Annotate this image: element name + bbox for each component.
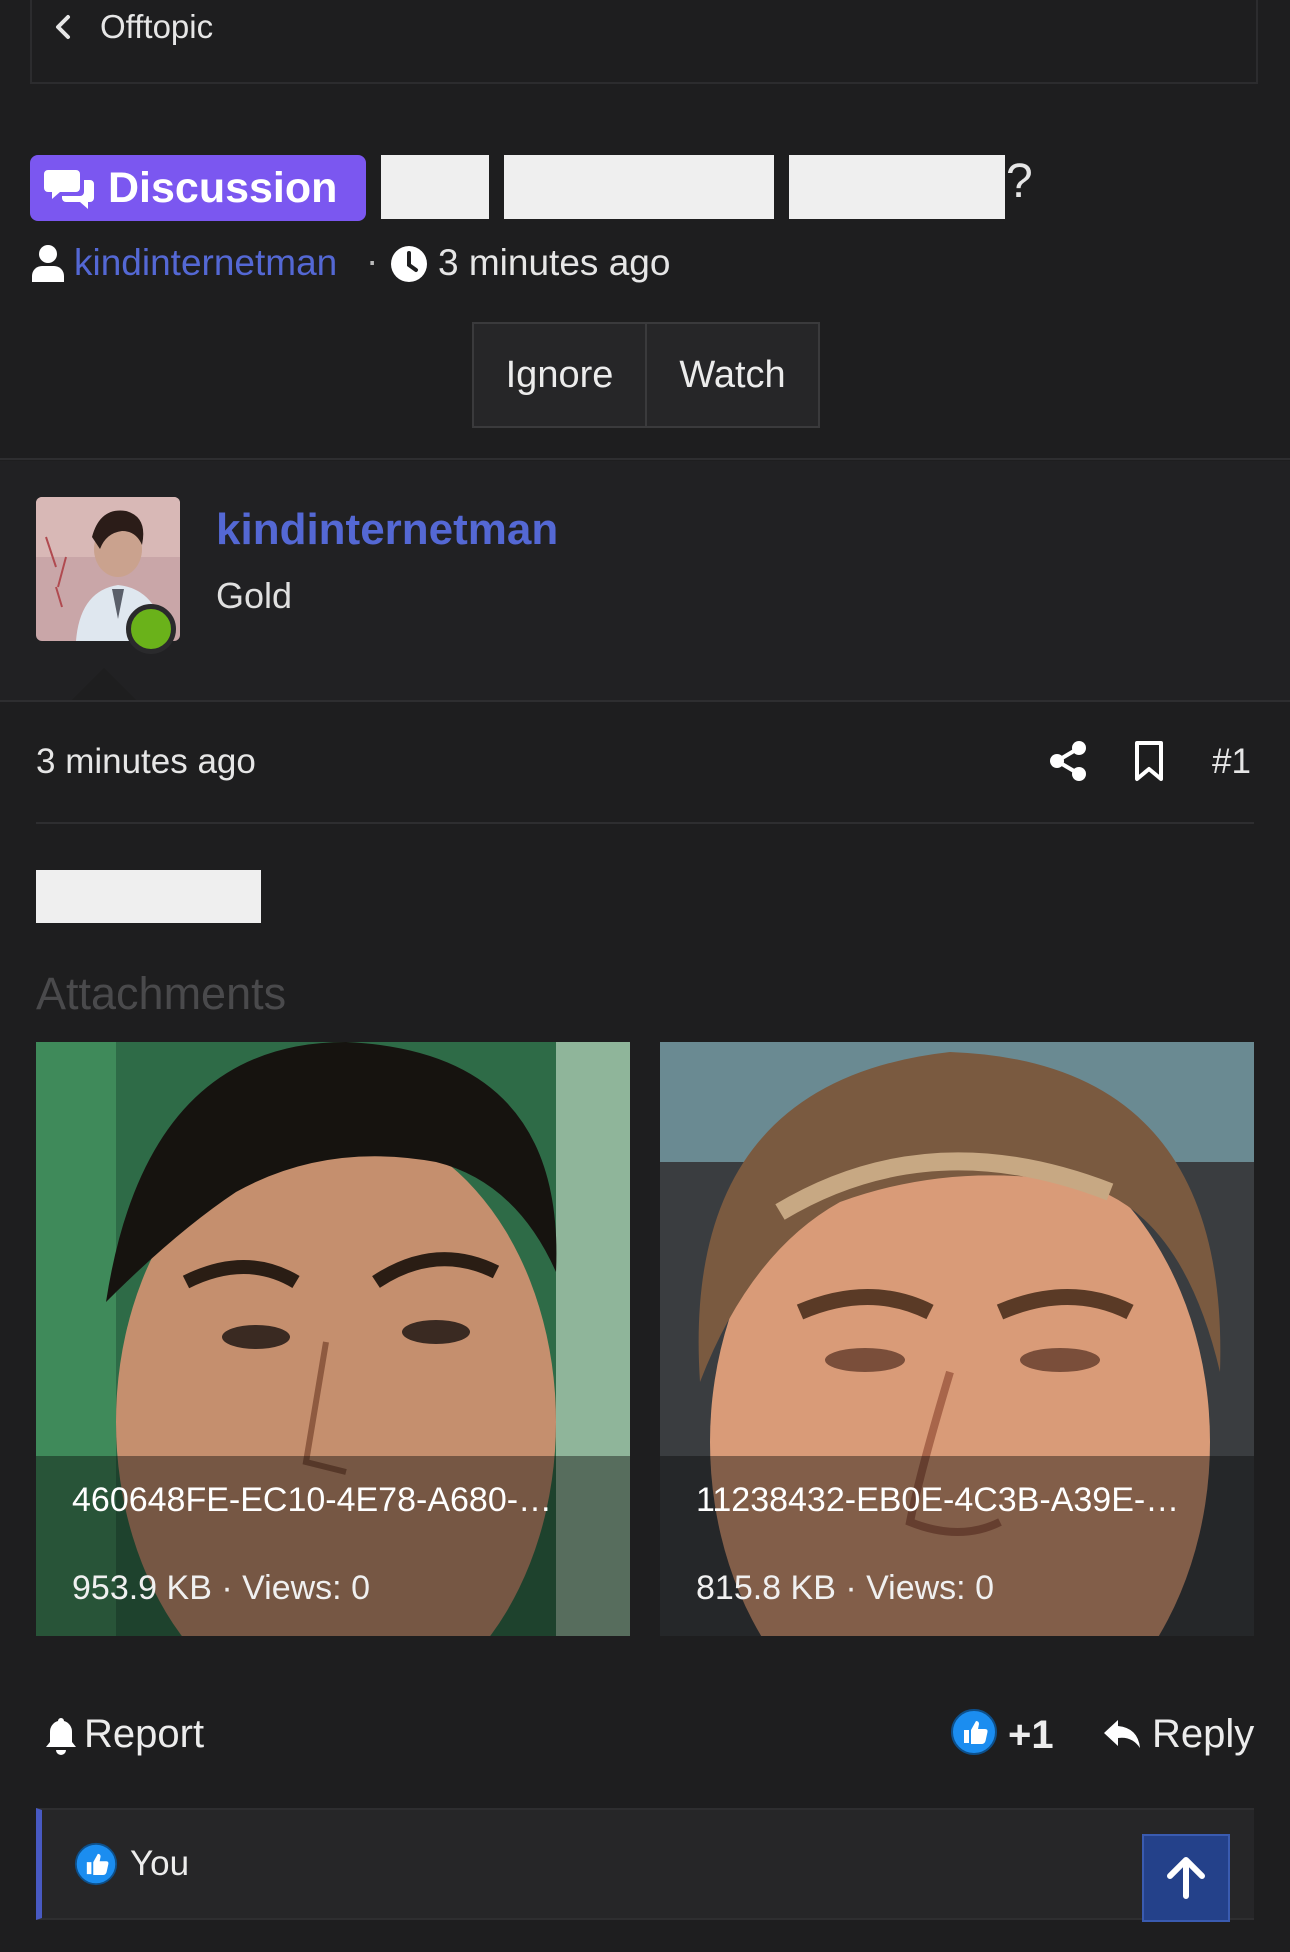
- like-icon: [74, 1842, 118, 1886]
- bell-icon[interactable]: [44, 1716, 78, 1756]
- breadcrumb-link-offtopic[interactable]: Offtopic: [100, 8, 213, 46]
- attachment-meta: 815.8 KB · Views: 0: [696, 1569, 994, 1607]
- chevron-left-icon[interactable]: [48, 12, 78, 42]
- clock-icon: [391, 246, 427, 282]
- post-number-link[interactable]: #1: [1212, 742, 1251, 782]
- attachments-heading: Attachments: [36, 968, 287, 1019]
- thread-actions: Ignore Watch: [472, 322, 820, 428]
- attachment-caption: 11238432-EB0E-4C3B-A39E-… 815.8 KB · Vie…: [660, 1456, 1254, 1636]
- comments-icon: [44, 170, 94, 209]
- reply-icon[interactable]: [1102, 1714, 1142, 1754]
- reactions-bar[interactable]: [36, 1808, 1254, 1920]
- post-user-header: [0, 461, 1290, 701]
- watch-button[interactable]: Watch: [645, 324, 818, 426]
- redacted-title-word: [789, 155, 1005, 219]
- post-author-link[interactable]: kindinternetman: [216, 505, 558, 555]
- share-icon[interactable]: [1048, 740, 1088, 782]
- bookmark-icon[interactable]: [1132, 740, 1166, 782]
- message-arrow: [72, 668, 136, 700]
- attachment-thumbnail[interactable]: 11238432-EB0E-4C3B-A39E-… 815.8 KB · Vie…: [660, 1042, 1254, 1636]
- meta-separator: ·: [366, 240, 379, 281]
- thread-time[interactable]: 3 minutes ago: [438, 242, 670, 284]
- like-icon[interactable]: [950, 1708, 998, 1756]
- attachment-filename[interactable]: 11238432-EB0E-4C3B-A39E-…: [696, 1481, 1216, 1520]
- attachment-caption: 460648FE-EC10-4E78-A680-… 953.9 KB · Vie…: [36, 1456, 630, 1636]
- divider: [0, 700, 1290, 702]
- user-icon: [32, 245, 64, 282]
- ignore-button[interactable]: Ignore: [474, 324, 645, 426]
- scroll-to-top-button[interactable]: [1142, 1834, 1230, 1922]
- attachment-thumbnail[interactable]: 460648FE-EC10-4E78-A680-… 953.9 KB · Vie…: [36, 1042, 630, 1636]
- title-suffix: ?: [1006, 155, 1033, 208]
- user-title: Gold: [216, 575, 293, 616]
- online-status-indicator: [126, 604, 176, 654]
- breadcrumb: [30, 0, 1258, 84]
- reactions-list[interactable]: You: [130, 1844, 189, 1884]
- arrow-up-icon: [1167, 1857, 1205, 1899]
- prefix-label: Discussion: [108, 163, 338, 212]
- attachment-meta: 953.9 KB · Views: 0: [72, 1569, 370, 1607]
- redacted-title-word: [504, 155, 774, 219]
- post-time[interactable]: 3 minutes ago: [36, 742, 256, 782]
- redacted-title-word: [381, 155, 489, 219]
- attachment-filename[interactable]: 460648FE-EC10-4E78-A680-…: [72, 1481, 592, 1520]
- report-button[interactable]: Report: [84, 1712, 204, 1757]
- thread-author-link[interactable]: kindinternetman: [74, 242, 337, 284]
- redacted-post-body: [36, 870, 261, 923]
- reaction-count[interactable]: +1: [1008, 1713, 1054, 1758]
- divider: [36, 822, 1254, 824]
- reply-button[interactable]: Reply: [1152, 1712, 1254, 1757]
- prefix-badge[interactable]: Discussion: [30, 155, 366, 221]
- divider: [0, 458, 1290, 460]
